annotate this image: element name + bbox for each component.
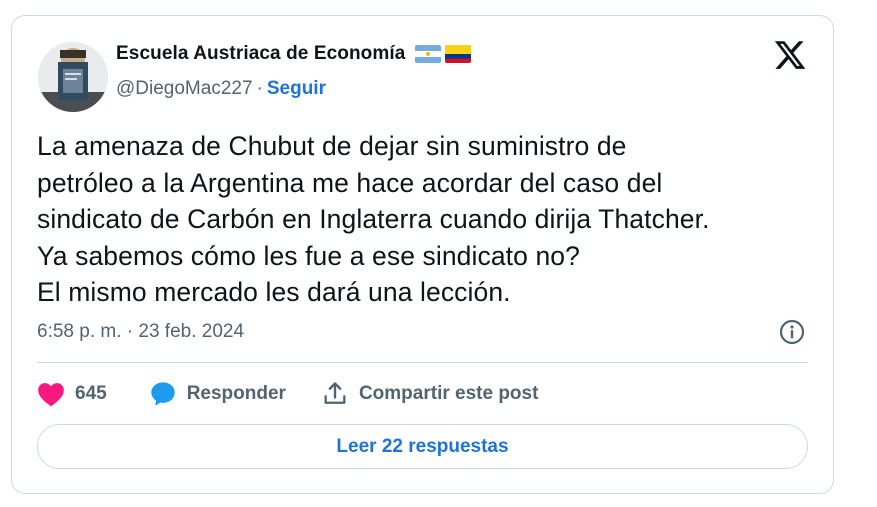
reply-button[interactable]: Responder xyxy=(149,380,286,408)
heart-icon xyxy=(38,383,64,407)
share-icon xyxy=(324,382,346,404)
divider xyxy=(37,362,808,363)
tweet-text: La amenaza de Chubut de dejar sin sumini… xyxy=(37,131,710,307)
tweet-timestamp[interactable]: 6:58 p. m. · 23 feb. 2024 xyxy=(37,321,244,343)
speech-bubble-icon xyxy=(151,382,175,406)
author-avatar[interactable] xyxy=(38,42,108,112)
read-replies-button[interactable]: Leer 22 respuestas xyxy=(37,424,808,469)
x-logo-icon[interactable] xyxy=(773,38,807,72)
action-bar: 645 Responder Compartir este post xyxy=(37,377,538,411)
reply-label: Responder xyxy=(186,383,286,404)
like-button[interactable]: 645 xyxy=(37,381,107,407)
tweet-card: Escuela Austriaca de Economía @DiegoMac2… xyxy=(11,15,834,494)
info-icon[interactable] xyxy=(778,318,806,346)
colombia-flag-icon xyxy=(445,45,472,63)
share-button[interactable]: Compartir este post xyxy=(321,380,538,408)
author-name[interactable]: Escuela Austriaca de Economía xyxy=(116,43,405,65)
author-flags xyxy=(415,45,472,63)
share-label: Compartir este post xyxy=(358,383,539,404)
like-count: 645 xyxy=(75,383,107,404)
author-handle[interactable]: @DiegoMac227 xyxy=(116,78,253,99)
handle-separator: · xyxy=(256,78,263,99)
avatar-image xyxy=(38,42,108,112)
author-handle-row: @DiegoMac227 · Seguir xyxy=(116,78,326,100)
follow-button[interactable]: Seguir xyxy=(267,78,326,99)
argentina-flag-icon xyxy=(415,45,442,63)
author-name-row: Escuela Austriaca de Economía xyxy=(116,43,472,65)
